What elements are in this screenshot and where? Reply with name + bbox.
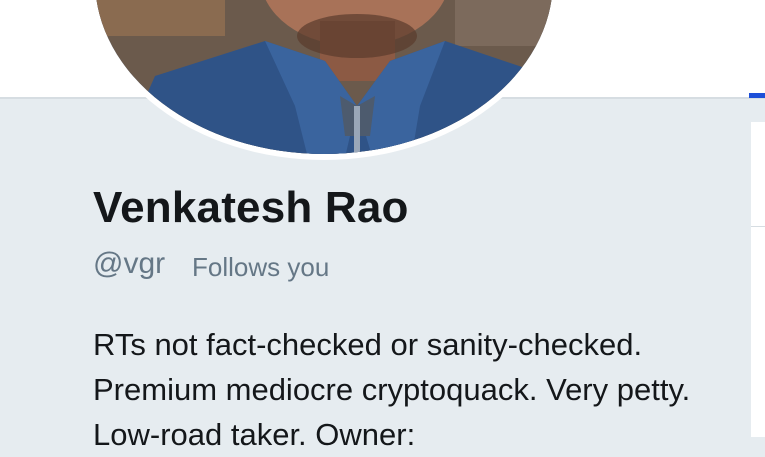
- side-panel-card: [751, 122, 765, 227]
- profile-name: Venkatesh Rao: [93, 183, 409, 232]
- active-tab-indicator: [749, 93, 765, 98]
- profile-bio: RTs not fact-checked or sanity-checked. …: [93, 327, 691, 452]
- profile-handle[interactable]: @vgr: [93, 247, 165, 281]
- side-panel-card-lower: [751, 227, 765, 437]
- follows-you-badge: Follows you: [192, 252, 330, 282]
- avatar-photo: [95, 0, 553, 154]
- avatar[interactable]: [89, 0, 559, 160]
